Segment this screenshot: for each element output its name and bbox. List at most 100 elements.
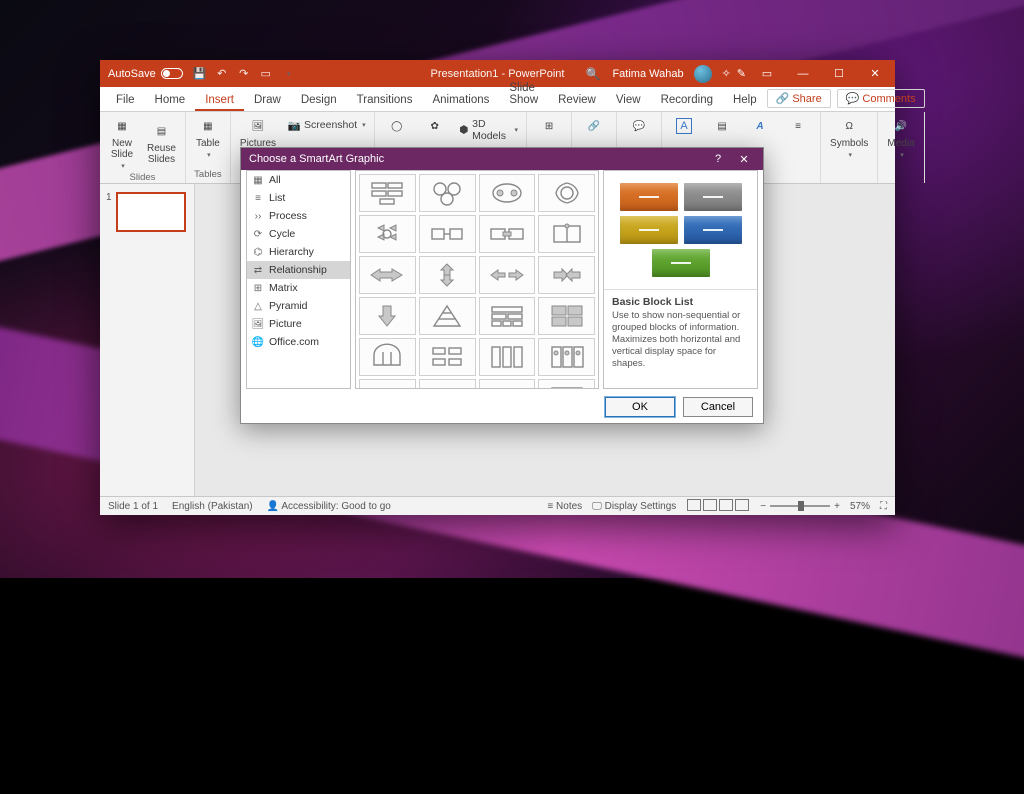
preview-block	[684, 183, 742, 211]
save-icon[interactable]: 💾	[193, 67, 207, 81]
layout-option[interactable]	[359, 174, 416, 212]
autosave-toggle[interactable]: AutoSave	[108, 68, 183, 80]
layout-option[interactable]	[359, 338, 416, 376]
tab-home[interactable]: Home	[145, 90, 196, 111]
layout-option[interactable]	[419, 297, 476, 335]
category-all[interactable]: ▦All	[247, 171, 350, 189]
tab-help[interactable]: Help	[723, 90, 767, 111]
ribbon-options-icon[interactable]: ▭	[752, 60, 782, 87]
layout-option[interactable]	[479, 256, 536, 294]
layout-option[interactable]	[479, 338, 536, 376]
diamond-icon[interactable]: ✧	[722, 67, 731, 80]
header-footer-button[interactable]: ▤	[704, 114, 740, 138]
category-hierarchy[interactable]: ⌬Hierarchy	[247, 243, 350, 261]
process-icon: ››	[252, 210, 264, 222]
user-name[interactable]: Fatima Wahab	[612, 68, 683, 80]
tab-recording[interactable]: Recording	[651, 90, 723, 111]
link-button[interactable]: 🔗	[576, 114, 612, 138]
layout-option[interactable]	[538, 215, 595, 253]
user-avatar-icon[interactable]	[694, 65, 712, 83]
undo-icon[interactable]: ↶	[215, 67, 229, 81]
zoom-in-icon[interactable]: +	[834, 501, 840, 512]
comments-button[interactable]: 💬 Comments	[837, 89, 925, 108]
smartart-layouts-grid[interactable]	[355, 170, 599, 389]
layout-option[interactable]	[479, 379, 536, 389]
view-mode-buttons[interactable]	[686, 499, 750, 514]
layout-option[interactable]	[359, 215, 416, 253]
tab-transitions[interactable]: Transitions	[347, 90, 423, 111]
wordart-button[interactable]: A	[742, 114, 778, 138]
present-icon[interactable]: ▭	[259, 67, 273, 81]
link-icon: 🔗	[584, 116, 604, 136]
category-process[interactable]: ››Process	[247, 207, 350, 225]
ok-button[interactable]: OK	[605, 397, 675, 417]
share-button[interactable]: 🔗 Share	[767, 89, 831, 108]
shapes-button[interactable]: ◯	[379, 114, 415, 138]
layout-option[interactable]	[419, 338, 476, 376]
tab-review[interactable]: Review	[548, 90, 606, 111]
layout-option[interactable]	[479, 215, 536, 253]
addins-button[interactable]: ⊞	[531, 114, 567, 138]
tab-animations[interactable]: Animations	[422, 90, 499, 111]
toggle-switch-icon	[161, 68, 183, 79]
display-settings-button[interactable]: 🖵 Display Settings	[592, 501, 676, 512]
screenshot-button[interactable]: 📷Screenshot	[283, 116, 370, 134]
layout-option[interactable]	[419, 379, 476, 389]
minimize-button[interactable]: —	[788, 60, 818, 87]
tab-design[interactable]: Design	[291, 90, 347, 111]
tab-view[interactable]: View	[606, 90, 651, 111]
pen-icon[interactable]: ✎	[737, 67, 746, 80]
qat-dropdown-icon[interactable]	[281, 67, 295, 81]
zoom-level[interactable]: 57%	[850, 501, 870, 512]
fit-to-window-icon[interactable]: ⛶	[880, 501, 887, 512]
notes-button[interactable]: ≡ Notes	[547, 501, 582, 512]
category-office[interactable]: 🌐Office.com	[247, 333, 350, 351]
text-more-button[interactable]: ≡	[780, 114, 816, 138]
media-button[interactable]: 🔊Media	[882, 114, 919, 161]
shapes-icon: ◯	[387, 116, 407, 136]
category-picture[interactable]: 🖼Picture	[247, 315, 350, 333]
3d-models-button[interactable]: ⬢3D Models	[455, 116, 522, 144]
layout-option[interactable]	[359, 379, 416, 389]
accessibility-indicator[interactable]: 👤 Accessibility: Good to go	[267, 501, 391, 512]
zoom-slider[interactable]: − +	[760, 501, 840, 512]
redo-icon[interactable]: ↷	[237, 67, 251, 81]
comment-button[interactable]: 💬	[621, 114, 657, 138]
category-matrix[interactable]: ⊞Matrix	[247, 279, 350, 297]
layout-option[interactable]	[538, 338, 595, 376]
reuse-slides-button[interactable]: ▤Reuse Slides	[142, 114, 181, 172]
category-pyramid[interactable]: △Pyramid	[247, 297, 350, 315]
category-list[interactable]: ≡List	[247, 189, 350, 207]
tab-file[interactable]: File	[106, 90, 145, 111]
layout-option[interactable]	[538, 297, 595, 335]
search-icon[interactable]: 🔍	[585, 67, 600, 81]
layout-option[interactable]	[359, 297, 416, 335]
layout-option[interactable]	[359, 256, 416, 294]
layout-option[interactable]	[479, 297, 536, 335]
maximize-button[interactable]: ☐	[824, 60, 854, 87]
symbols-button[interactable]: ΩSymbols	[825, 114, 873, 161]
table-button[interactable]: ▦Table	[190, 114, 226, 161]
layout-option[interactable]	[538, 256, 595, 294]
new-slide-button[interactable]: ▦New Slide	[104, 114, 140, 172]
tab-insert[interactable]: Insert	[195, 90, 244, 111]
tab-slide-show[interactable]: Slide Show	[499, 78, 548, 111]
close-button[interactable]: ✕	[860, 60, 890, 87]
text-box-button[interactable]: A	[666, 114, 702, 138]
layout-option[interactable]	[538, 174, 595, 212]
dialog-help-button[interactable]: ?	[707, 153, 729, 166]
layout-option[interactable]	[538, 379, 595, 389]
layout-option[interactable]	[479, 174, 536, 212]
category-relationship[interactable]: ⇄Relationship	[247, 261, 350, 279]
category-cycle[interactable]: ⟳Cycle	[247, 225, 350, 243]
tab-draw[interactable]: Draw	[244, 90, 291, 111]
layout-option[interactable]	[419, 215, 476, 253]
dialog-close-button[interactable]: ✕	[733, 153, 755, 166]
layout-option[interactable]	[419, 174, 476, 212]
language-indicator[interactable]: English (Pakistan)	[172, 501, 253, 512]
cancel-button[interactable]: Cancel	[683, 397, 753, 417]
slide-thumbnail[interactable]	[116, 192, 186, 232]
zoom-out-icon[interactable]: −	[760, 501, 766, 512]
layout-option[interactable]	[419, 256, 476, 294]
icons-button[interactable]: ✿	[417, 114, 453, 138]
